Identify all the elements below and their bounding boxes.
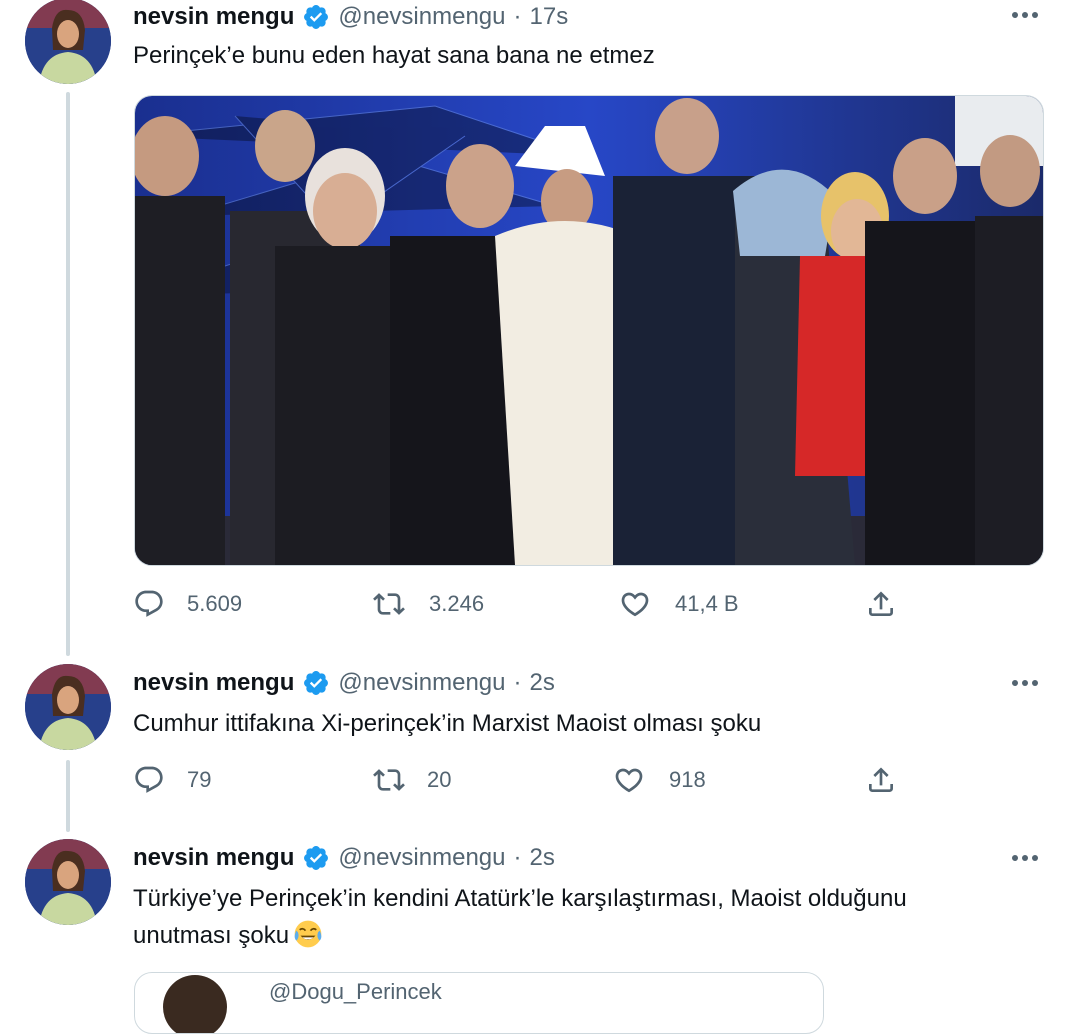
- quoted-username: @Dogu_Perincek: [269, 979, 442, 1004]
- more-icon[interactable]: [1012, 676, 1042, 690]
- like-button[interactable]: 41,4 B: [619, 588, 739, 620]
- display-name[interactable]: nevsin mengu: [133, 3, 294, 31]
- tweet[interactable]: nevsin mengu @nevsinmengu · 17s Perinçek…: [0, 0, 1076, 640]
- tweet-text: Cumhur ittifakına Xi-perinçek’in Marxist…: [133, 710, 762, 737]
- reply-button[interactable]: 79: [133, 764, 211, 796]
- like-icon: [621, 592, 649, 617]
- avatar[interactable]: [25, 0, 111, 84]
- timestamp[interactable]: 2s: [530, 844, 555, 872]
- quoted-avatar: [163, 975, 227, 1033]
- tweet-header: nevsin mengu @nevsinmengu · 17s: [133, 2, 568, 32]
- retweet-button[interactable]: 20: [373, 764, 451, 796]
- tweet-actions: 5.609 3.246 41,4 B: [133, 588, 913, 624]
- tweet-text-line-content: unutması şoku: [133, 922, 290, 949]
- tweet-text: Perinçek’e bunu eden hayat sana bana ne …: [133, 42, 655, 69]
- face-with-tears-of-joy-icon: [294, 920, 322, 948]
- display-name[interactable]: nevsin mengu: [133, 844, 294, 872]
- avatar[interactable]: [25, 664, 111, 750]
- reply-button[interactable]: 5.609: [133, 588, 242, 620]
- reply-icon: [135, 590, 163, 617]
- share-button[interactable]: [865, 588, 897, 620]
- retweet-count: 20: [427, 767, 452, 792]
- timestamp[interactable]: 2s: [530, 669, 555, 697]
- verified-badge-icon: [304, 846, 329, 870]
- separator: ·: [513, 844, 522, 871]
- display-name[interactable]: nevsin mengu: [133, 669, 294, 697]
- share-icon: [869, 767, 893, 792]
- reply-count: 79: [187, 767, 212, 792]
- like-count: 918: [669, 767, 706, 792]
- username[interactable]: @nevsinmengu: [338, 844, 505, 872]
- separator: ·: [513, 3, 522, 30]
- tweet-actions: 79 20 918: [133, 764, 913, 800]
- tweet-photo[interactable]: [134, 95, 1044, 566]
- like-count: 41,4 B: [675, 591, 739, 616]
- like-icon: [615, 768, 643, 793]
- reply-icon: [135, 766, 163, 793]
- verified-badge-icon: [304, 671, 329, 695]
- share-icon: [869, 591, 893, 616]
- tweet[interactable]: nevsin mengu @nevsinmengu · 2s Cumhur it…: [0, 660, 1076, 830]
- quoted-tweet[interactable]: @Dogu_Perincek: [134, 972, 824, 1034]
- tweet-text-line: unutması şoku: [133, 917, 1033, 954]
- username[interactable]: @nevsinmengu: [338, 669, 505, 697]
- retweet-button[interactable]: 3.246: [373, 588, 484, 620]
- tweet-header: nevsin mengu @nevsinmengu · 2s: [133, 668, 555, 698]
- tweet-header: nevsin mengu @nevsinmengu · 2s: [133, 843, 555, 873]
- avatar[interactable]: [25, 839, 111, 925]
- tweet-text-line: Türkiye’ye Perinçek’in kendini Atatürk’l…: [133, 885, 907, 912]
- timestamp[interactable]: 17s: [530, 3, 569, 31]
- share-button[interactable]: [865, 764, 897, 796]
- verified-badge-icon: [304, 5, 329, 29]
- tweet[interactable]: nevsin mengu @nevsinmengu · 2s Türkiye’y…: [0, 835, 1076, 1034]
- like-button[interactable]: 918: [613, 764, 706, 796]
- username[interactable]: @nevsinmengu: [338, 3, 505, 31]
- more-icon[interactable]: [1012, 8, 1042, 22]
- reply-count: 5.609: [187, 591, 243, 616]
- more-icon[interactable]: [1012, 851, 1042, 865]
- tweet-text: Türkiye’ye Perinçek’in kendini Atatürk’l…: [133, 880, 1033, 954]
- separator: ·: [513, 669, 522, 696]
- retweet-count: 3.246: [429, 591, 485, 616]
- retweet-icon: [373, 593, 405, 615]
- retweet-icon: [373, 769, 405, 791]
